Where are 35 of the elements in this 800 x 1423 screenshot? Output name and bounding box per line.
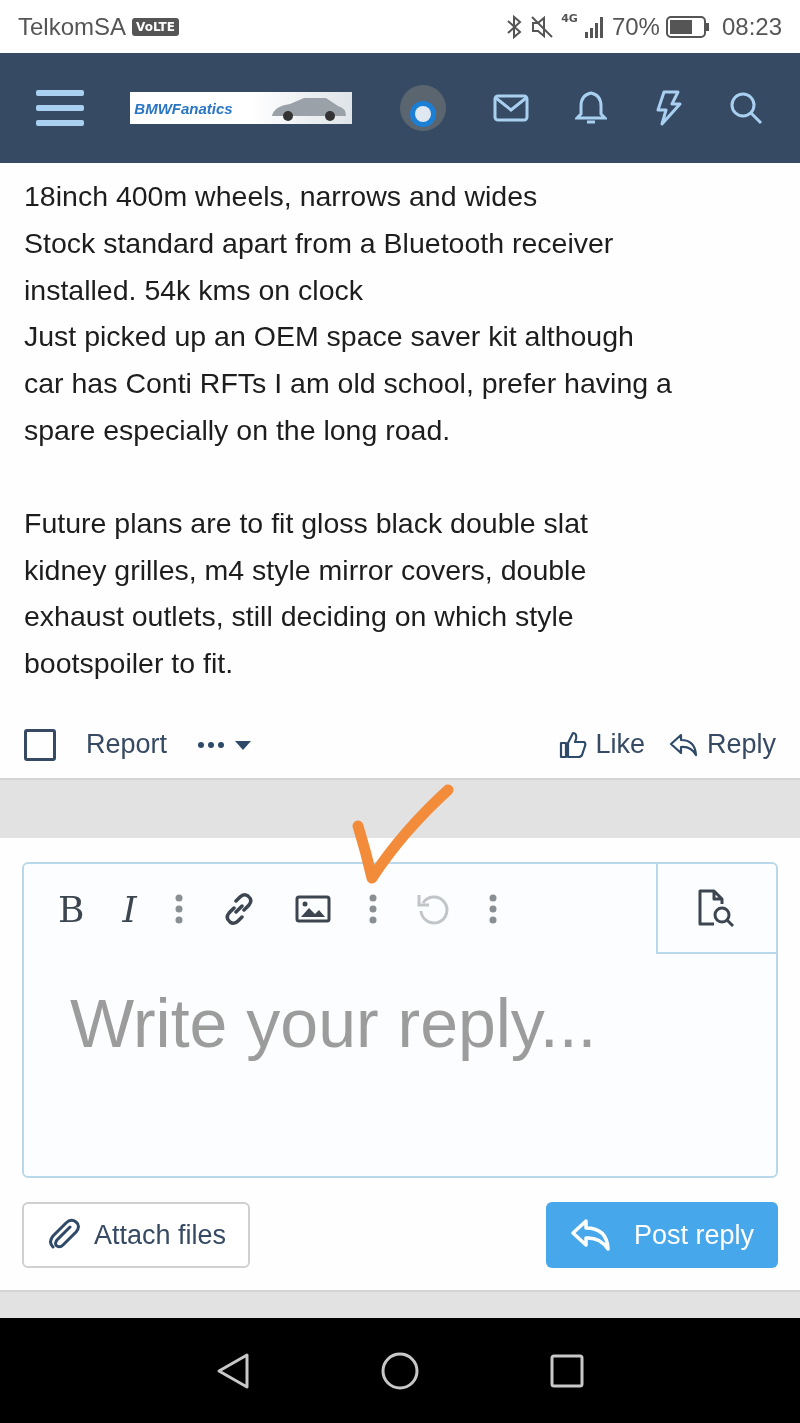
image-icon[interactable] (294, 895, 331, 923)
volte-badge: VoLTE (132, 17, 179, 36)
reply-button[interactable]: Reply (668, 729, 776, 761)
post-paragraph: 18inch 400m wheels, narrows and wides Stock standard apart from a Bluetooth receiver installed. 54k kms on clock Just picked up an OEM space saver kit although car has Conti RFTs I am old school, prefer having a spare especially on the long road. (24, 179, 673, 448)
back-icon[interactable] (215, 1351, 250, 1390)
carrier-name: TelkomSA (18, 12, 127, 41)
more-icon[interactable] (488, 894, 497, 924)
report-link[interactable]: Report (86, 729, 168, 761)
reply-editor[interactable]: B I Write your reply... (22, 862, 778, 1178)
select-checkbox[interactable] (24, 728, 56, 761)
recents-icon[interactable] (550, 1353, 585, 1388)
mail-icon[interactable] (493, 94, 529, 122)
reply-icon (668, 731, 699, 758)
italic-button[interactable]: I (122, 888, 137, 930)
menu-icon[interactable] (36, 88, 84, 128)
battery-icon (665, 15, 710, 38)
attach-files-button[interactable]: Attach files (22, 1202, 251, 1268)
more-icon[interactable] (174, 894, 183, 924)
bell-icon[interactable] (575, 90, 608, 126)
bluetooth-icon (505, 13, 524, 40)
home-icon[interactable] (381, 1351, 419, 1390)
signal-icon (583, 14, 606, 39)
more-icon[interactable] (368, 894, 377, 924)
bold-button[interactable]: B (58, 888, 85, 930)
thumbs-up-icon (559, 730, 588, 759)
like-button[interactable]: Like (559, 729, 645, 761)
reply-icon (569, 1217, 612, 1253)
reply-field[interactable]: Write your reply... (24, 954, 776, 1176)
battery-percent: 70% (611, 12, 660, 41)
avatar[interactable] (398, 84, 447, 132)
preview-button[interactable] (656, 864, 776, 954)
post-paragraph: Future plans are to fit gloss black double slat kidney grilles, m4 style mirror covers, double exhaust outlets, still deciding on which style bootspoiler to fit. (24, 505, 589, 682)
site-logo[interactable]: BMWFanatics (130, 92, 353, 124)
clock: 08:23 (721, 12, 782, 41)
network-type: 4G (561, 12, 578, 25)
